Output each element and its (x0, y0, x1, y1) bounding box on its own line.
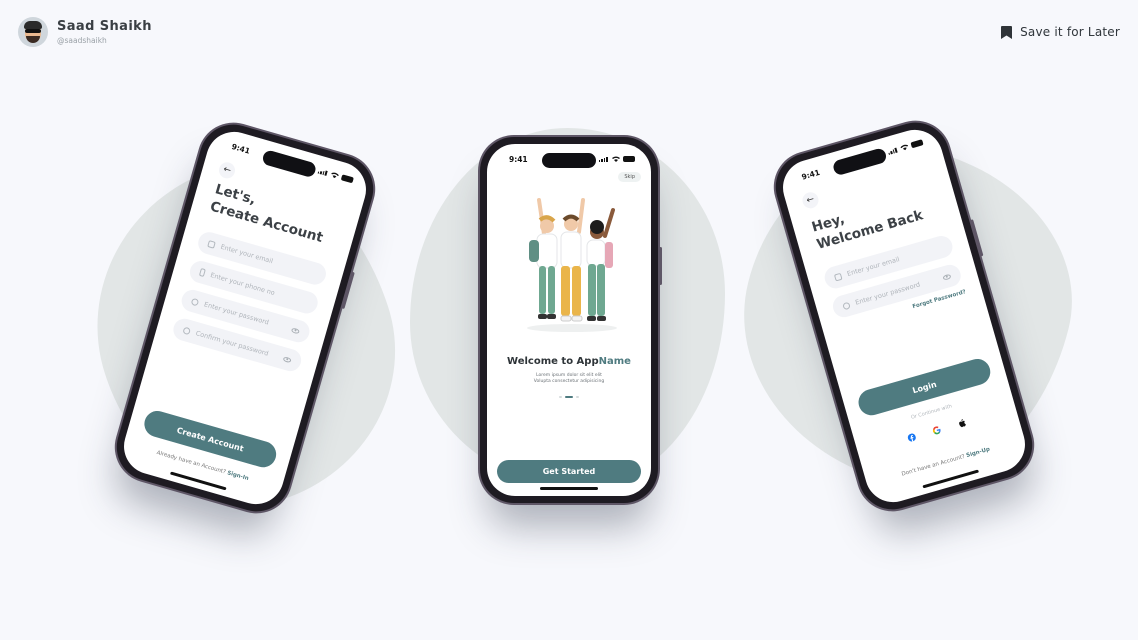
signup-link[interactable]: Sign-Up (966, 447, 991, 459)
page-dot[interactable] (559, 396, 562, 398)
wifi-icon (331, 172, 339, 179)
eye-icon[interactable] (942, 273, 952, 281)
back-arrow-icon[interactable]: ← (217, 160, 237, 181)
onboarding-screen: 9:41 Skip Welcome to AppName Lorem ipsum… (487, 144, 651, 496)
status-time: 9:41 (509, 155, 528, 164)
skip-button[interactable]: Skip (618, 172, 641, 182)
battery-icon (910, 139, 924, 149)
home-indicator (169, 471, 227, 491)
status-icons (317, 168, 354, 184)
status-time: 9:41 (800, 167, 821, 182)
mail-icon (207, 239, 216, 249)
status-time: 9:41 (230, 141, 252, 156)
google-icon[interactable] (927, 420, 947, 440)
dynamic-island (542, 153, 596, 168)
signal-icon (598, 156, 609, 162)
phone-onboarding: 9:41 Skip Welcome to AppName Lorem ipsum… (480, 137, 662, 503)
facebook-icon[interactable] (902, 428, 922, 448)
phone-icon (198, 267, 206, 278)
dynamic-island (261, 149, 318, 179)
back-arrow-icon[interactable]: ← (800, 190, 821, 211)
eye-icon[interactable] (291, 326, 301, 334)
save-for-later-button[interactable]: Save it for Later (1001, 25, 1120, 39)
signin-link[interactable]: Sign-In (226, 470, 249, 482)
page-indicator (487, 396, 651, 398)
author-block: Saad Shaikh @saadshaikh (18, 17, 152, 47)
save-for-later-label: Save it for Later (1020, 25, 1120, 39)
home-indicator (922, 469, 980, 489)
mail-icon (833, 272, 843, 281)
author-handle: @saadshaikh (57, 36, 107, 45)
page-dot[interactable] (565, 396, 573, 398)
people-illustration (527, 198, 617, 332)
status-icons (598, 156, 635, 162)
lock-icon (182, 326, 192, 335)
battery-icon (623, 156, 635, 162)
create-account-button[interactable]: Create Account (141, 407, 280, 471)
dynamic-island (831, 147, 888, 177)
battery-icon (340, 174, 354, 184)
wifi-icon (612, 156, 620, 162)
bookmark-icon (1001, 25, 1013, 39)
author-name: Saad Shaikh (57, 19, 152, 34)
login-button[interactable]: Login (855, 355, 994, 419)
home-indicator (540, 487, 598, 490)
lock-icon (842, 301, 851, 310)
signal-icon (887, 147, 898, 155)
wifi-icon (900, 144, 909, 151)
get-started-button[interactable]: Get Started (497, 460, 641, 483)
eye-icon[interactable] (282, 355, 292, 363)
lock-icon (190, 297, 200, 306)
status-icons (887, 139, 924, 155)
page-dot[interactable] (576, 396, 579, 398)
avatar (18, 17, 48, 47)
apple-icon[interactable] (952, 413, 972, 433)
welcome-heading: Welcome to AppName (507, 356, 631, 367)
signal-icon (317, 168, 328, 176)
welcome-description: Lorem ipsum dolor sit elit elit Volupta … (533, 373, 605, 384)
